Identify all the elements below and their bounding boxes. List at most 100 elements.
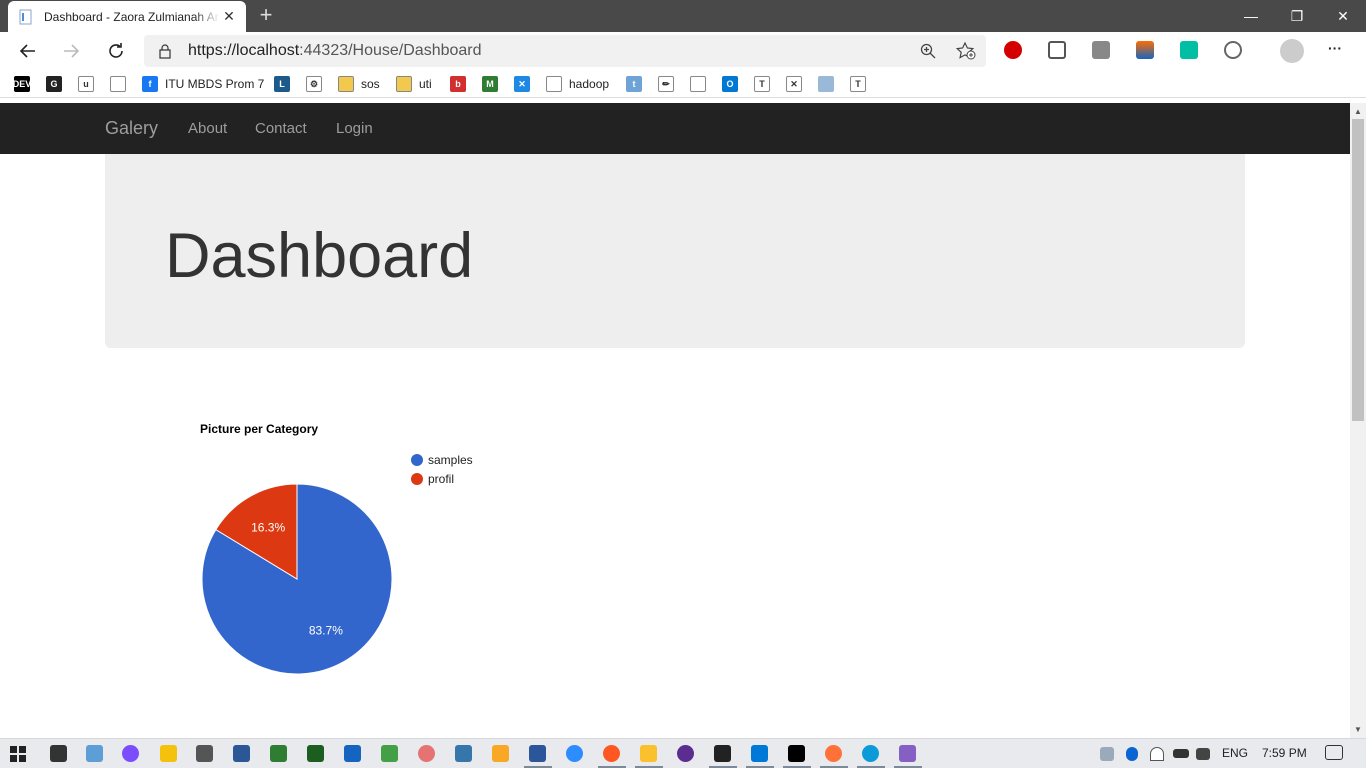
notification-center-icon[interactable] [1325,745,1343,760]
taskbar-vscode-icon[interactable] [751,745,768,762]
bookmark-1[interactable]: G [46,75,69,93]
bookmark-9[interactable]: b [450,75,473,93]
clock-time[interactable]: 7:59 PM [1262,746,1307,760]
close-window-button[interactable]: ✕ [1320,0,1366,32]
wifi-icon[interactable] [1150,747,1164,761]
taskbar-app6-icon[interactable] [603,745,620,762]
refresh-icon [109,43,123,58]
bookmark-12[interactable]: hadoop [546,75,609,93]
scrollbar-thumb[interactable] [1352,119,1364,421]
bookmark-0[interactable]: DEV [13,75,37,93]
taskbar-edge-icon[interactable] [862,745,879,762]
bookmark-4[interactable]: f ITU MBDS Prom 7 [142,75,264,93]
volume-muted-icon[interactable] [1196,748,1210,760]
pie-chart-svg: Picture per Category 83.7% 16.3% samples pr… [200,422,473,675]
taskbar-media-icon[interactable] [160,745,177,762]
t-icon: T [754,76,770,92]
taskbar-word-icon[interactable] [529,745,546,762]
x-icon: ✕ [514,76,530,92]
forward-button[interactable] [57,38,85,64]
bookmark-11[interactable]: ✕ [514,75,537,93]
bluetooth-icon[interactable] [1126,747,1138,761]
profile-avatar[interactable] [1280,39,1304,63]
battery-icon[interactable] [1173,749,1189,758]
refresh-button[interactable] [102,38,130,64]
taskbar-firefox-icon[interactable] [825,745,842,762]
taskbar-python-icon[interactable] [455,745,472,762]
taskbar-app3-icon[interactable] [381,745,398,762]
url-host: https://localhost [188,42,300,59]
bookmark-17[interactable]: T [754,75,777,93]
dev-icon: DEV [13,76,31,92]
bookmark-7[interactable]: sos [338,75,380,93]
tab-title: Dashboard - Zaora Zulmianah Ar [44,9,219,24]
taskbar-file-explorer-icon[interactable] [640,745,657,762]
browser-tab[interactable]: Dashboard - Zaora Zulmianah Ar ✕ [8,1,246,32]
bookmark-3[interactable] [110,75,133,93]
back-button[interactable] [14,38,42,64]
lock-icon [159,44,171,59]
tray-network-drive-icon[interactable] [1100,747,1114,761]
page-scrollbar[interactable]: ▲ ▼ [1350,103,1366,738]
scroll-up-icon[interactable]: ▲ [1354,107,1362,116]
tab-close-icon[interactable]: ✕ [220,8,238,25]
minimize-button[interactable]: — [1228,0,1274,32]
bookmark-8[interactable]: uti [396,75,432,93]
pencil-icon: ✏ [658,76,674,92]
adblock-extension-icon[interactable] [1004,41,1022,59]
bookmark-14[interactable]: ✏ [658,75,681,93]
taskbar-visual-studio-icon[interactable] [899,745,916,762]
taskbar-calculator-icon[interactable] [196,745,213,762]
bookmark-18[interactable]: ✕ [786,75,809,93]
browser-toolbar: https://localhost:44323/House/Dashboard … [0,32,1366,70]
n-extension-icon[interactable] [1180,41,1198,59]
facebook-icon: f [142,76,158,92]
windows-start-icon[interactable] [10,746,26,762]
bookmark-16[interactable]: O [722,75,745,93]
zoom-icon[interactable] [920,43,936,59]
bookmark-2[interactable]: u [78,75,101,93]
taskbar-messenger-icon[interactable] [122,745,139,762]
favorite-star-icon[interactable] [956,42,976,60]
bug-extension-icon[interactable] [1224,41,1242,59]
bookmark-20[interactable]: T [850,75,873,93]
taskbar-remote-icon[interactable] [233,745,250,762]
bookmark-10[interactable]: M [482,75,505,93]
bookmark-13[interactable]: t [626,75,649,93]
bookmark-6[interactable]: ⚙ [306,75,329,93]
outlook-icon: O [722,76,738,92]
bookmark-15[interactable] [690,75,713,93]
windows-taskbar: ENG 7:59 PM [0,738,1366,768]
more-menu-button[interactable]: ··· [1328,40,1348,58]
taskbar-terminal-icon[interactable] [714,745,731,762]
bookmark-label: ITU MBDS Prom 7 [165,77,265,91]
navbar-brand-link[interactable]: Galery [105,118,158,139]
taskbar-app-icon[interactable] [86,745,103,762]
taskbar-app5-icon[interactable] [492,745,509,762]
legend-label[interactable]: profil [428,472,454,486]
taskbar-app4-icon[interactable] [418,745,435,762]
address-bar[interactable]: https://localhost:44323/House/Dashboard [144,35,986,67]
taskbar-virtualbox-icon[interactable] [344,745,361,762]
scroll-down-icon[interactable]: ▼ [1354,725,1362,734]
folder-icon [338,76,354,92]
bookmark-5[interactable]: L [274,75,297,93]
new-tab-button[interactable]: + [254,4,278,28]
language-indicator[interactable]: ENG [1222,746,1248,760]
legend-label[interactable]: samples [428,453,473,467]
site-navbar: Galery About Contact Login [0,103,1350,154]
taskbar-intellij-icon[interactable] [788,745,805,762]
capture-extension-icon[interactable] [1048,41,1066,59]
hourglass-extension-icon[interactable] [1136,41,1154,59]
taskbar-editor-icon[interactable] [270,745,287,762]
restore-button[interactable]: ❐ [1274,0,1320,32]
nav-link-login[interactable]: Login [336,120,373,137]
taskbar-app2-icon[interactable] [307,745,324,762]
collections-extension-icon[interactable] [1092,41,1110,59]
taskbar-app7-icon[interactable] [677,745,694,762]
nav-link-contact[interactable]: Contact [255,120,307,137]
taskbar-sticky-notes-icon[interactable] [50,745,67,762]
taskbar-zoom-icon[interactable] [566,745,583,762]
bookmark-19[interactable] [818,75,841,93]
nav-link-about[interactable]: About [188,120,227,137]
